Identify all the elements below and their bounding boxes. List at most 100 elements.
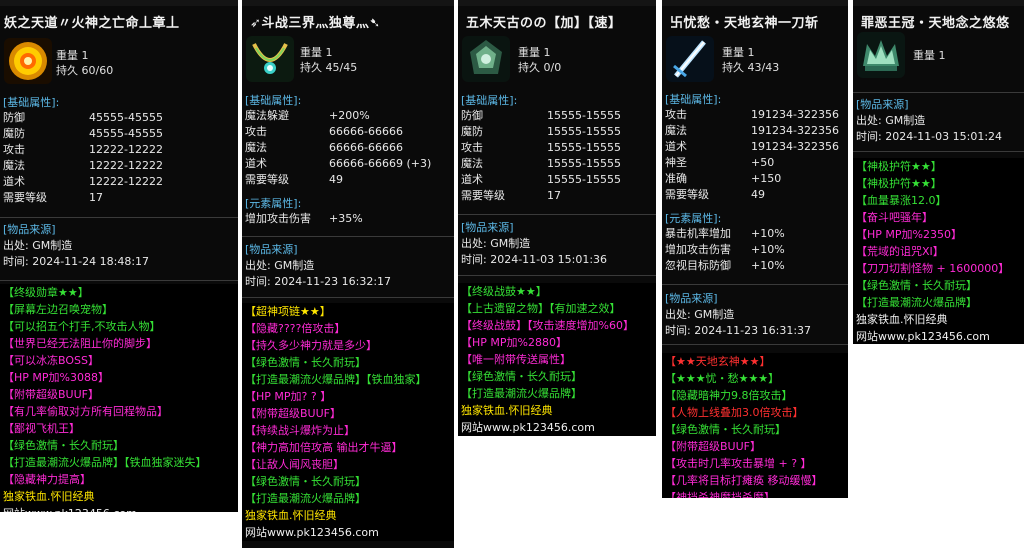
item-weight: 重量 1 xyxy=(56,49,89,62)
stat-row: 魔法躲避 +200% xyxy=(245,108,454,124)
stat-row: 增加攻击伤害 +10% xyxy=(665,242,848,258)
stat-row: 忽视目标防御 +10% xyxy=(665,258,848,274)
stat-label: 神圣 xyxy=(665,156,687,169)
stat-label: 攻击 xyxy=(245,125,267,138)
description-line: 【神挡杀神魔挡杀魔】 xyxy=(665,491,775,498)
item-durability: 持久 60/60 xyxy=(56,64,114,77)
stat-label: 增加攻击伤害 xyxy=(665,243,731,256)
divider xyxy=(662,284,848,285)
source-header: [物品来源] xyxy=(3,223,56,236)
stat-label: 防御 xyxy=(461,109,483,122)
description-line: 独家铁血.怀旧经典 xyxy=(245,509,337,522)
stat-row: 需要等级 49 xyxy=(245,172,454,188)
item-origin: 出处: GM制造 xyxy=(856,114,926,127)
description-line: 【奋斗吧骚年】 xyxy=(856,211,933,224)
medal-icon xyxy=(4,38,52,84)
description-line: 【HP MP加%2350】 xyxy=(856,228,962,241)
stat-row: 魔法 12222-12222 xyxy=(3,158,238,174)
description-line: 【隐藏????倍攻击】 xyxy=(245,322,346,335)
stat-value: 66666-66669 (+3) xyxy=(329,157,432,170)
description-line: 【附带超级BUUF】 xyxy=(665,440,761,453)
stat-row: 攻击 66666-66666 xyxy=(245,124,454,140)
stat-row: 暴击机率增加 +10% xyxy=(665,226,848,242)
item-tooltip-2: ➶斗战三界灬独尊灬➷ 重量 1 持久 45/45 [基础属性]: 魔法躲避 +20… xyxy=(242,0,454,548)
stat-label: 防御 xyxy=(3,111,25,124)
stat-label: 忽视目标防御 xyxy=(665,259,731,272)
item-time: 时间: 2024-11-23 16:32:17 xyxy=(245,275,392,288)
stat-row: 需要等级 17 xyxy=(3,190,238,206)
description-line: 【刀刀切割怪物 + 1600000】 xyxy=(856,262,1010,275)
description-line: 【打造最潮流火爆品牌】【铁血独家迷失】 xyxy=(3,456,207,469)
stat-row: 防御 15555-15555 xyxy=(461,108,656,124)
stat-row: 需要等级 49 xyxy=(665,187,848,203)
item-name: 罪恶王冠・天地念之悠悠 xyxy=(861,16,1010,31)
base-attributes-header: [基础属性]: xyxy=(665,93,722,106)
description-line: 【世界已经无法阻止你的脚步】 xyxy=(3,337,157,350)
element-attributes-header: [元素属性]: xyxy=(245,197,302,210)
element-attributes-header: [元素属性]: xyxy=(665,212,722,225)
stat-row: 攻击 12222-12222 xyxy=(3,142,238,158)
stat-label: 攻击 xyxy=(665,108,687,121)
stat-label: 需要等级 xyxy=(461,189,505,202)
stat-value: +10% xyxy=(751,227,785,240)
item-durability: 持久 43/43 xyxy=(722,61,780,74)
divider xyxy=(0,217,238,218)
item-description: 【终级勋章★★】 【屏幕左边召唤宠物】 【可以招五个打手,不攻击人物】 【世界已经无法… xyxy=(0,284,238,512)
item-tooltip-5: 罪恶王冠・天地念之悠悠 重量 1 [物品来源] 出处: GM制造 时间: 202… xyxy=(853,0,1024,344)
stat-value: +10% xyxy=(751,259,785,272)
stat-value: 15555-15555 xyxy=(547,125,621,138)
stat-value: +35% xyxy=(329,212,363,225)
description-line: 网站www.pk123456.com xyxy=(0,505,238,512)
stat-label: 增加攻击伤害 xyxy=(245,212,311,225)
divider xyxy=(458,214,656,215)
stat-row: 攻击 15555-15555 xyxy=(461,140,656,156)
description-line: 【绿色激情・长久耐玩】 xyxy=(245,475,366,488)
description-line: 【HP MP加%2880】 xyxy=(461,336,567,349)
description-line: 【超神项链★★】 xyxy=(245,305,331,318)
item-origin: 出处: GM制造 xyxy=(665,308,735,321)
stat-value: 15555-15555 xyxy=(547,141,621,154)
item-description: 【★★天地玄神★★】 【★★★忧・愁★★★】 【隐藏暗神力9.8倍攻击】 【人物上线叠… xyxy=(662,353,848,498)
stat-value: 17 xyxy=(89,191,103,204)
item-time: 时间: 2024-11-23 16:31:37 xyxy=(665,324,812,337)
stat-row: 增加攻击伤害 +35% xyxy=(245,211,454,227)
stat-value: +50 xyxy=(751,156,775,169)
description-line: 【绿色激情・长久耐玩】 xyxy=(461,370,582,383)
description-line: 网站www.pk123456.com xyxy=(245,526,379,539)
item-name: 卐忧愁・天地玄神一刀斩 xyxy=(670,16,819,31)
stat-label: 魔法 xyxy=(461,157,483,170)
description-line: 【打造最潮流火爆品牌】 xyxy=(245,492,366,505)
item-time: 时间: 2024-11-03 15:01:24 xyxy=(856,130,1003,143)
description-line: 【绿色激情・长久耐玩】 xyxy=(245,356,366,369)
divider xyxy=(662,344,848,345)
stat-label: 需要等级 xyxy=(3,191,47,204)
stat-value: 66666-66666 xyxy=(329,141,403,154)
description-line: 【终级战鼓】【攻击速度增加%60】 xyxy=(461,319,634,332)
stat-value: 191234-322356 xyxy=(751,124,839,137)
stat-row: 道术 15555-15555 xyxy=(461,172,656,188)
description-line: 独家铁血.怀旧经典 xyxy=(461,404,553,417)
description-line: 【打造最潮流火爆品牌】 xyxy=(856,296,977,309)
description-line: 【隐藏暗神力9.8倍攻击】 xyxy=(665,389,793,402)
stat-row: 魔防 15555-15555 xyxy=(461,124,656,140)
source-header: [物品来源] xyxy=(245,243,298,256)
item-weight: 重量 1 xyxy=(913,49,946,62)
divider xyxy=(242,236,454,237)
item-weight: 重量 1 xyxy=(518,46,551,59)
description-line: 【持久多少神力就是多少】 xyxy=(245,339,377,352)
stat-value: 12222-12222 xyxy=(89,143,163,156)
necklace-icon xyxy=(246,36,294,82)
stat-label: 魔法 xyxy=(245,141,267,154)
base-attributes-header: [基础属性]: xyxy=(3,96,60,109)
source-header: [物品来源] xyxy=(665,292,718,305)
divider xyxy=(458,275,656,276)
stat-row: 魔法 191234-322356 xyxy=(665,123,848,139)
description-line: 网站www.pk123456.com xyxy=(461,421,595,434)
item-origin: 出处: GM制造 xyxy=(461,237,531,250)
divider xyxy=(0,280,238,281)
stat-value: 15555-15555 xyxy=(547,157,621,170)
stat-value: 66666-66666 xyxy=(329,125,403,138)
stat-label: 魔法 xyxy=(3,159,25,172)
description-line: 【HP MP加? ? 】 xyxy=(245,390,332,403)
description-line: 【持续战斗爆炸为止】 xyxy=(245,424,355,437)
